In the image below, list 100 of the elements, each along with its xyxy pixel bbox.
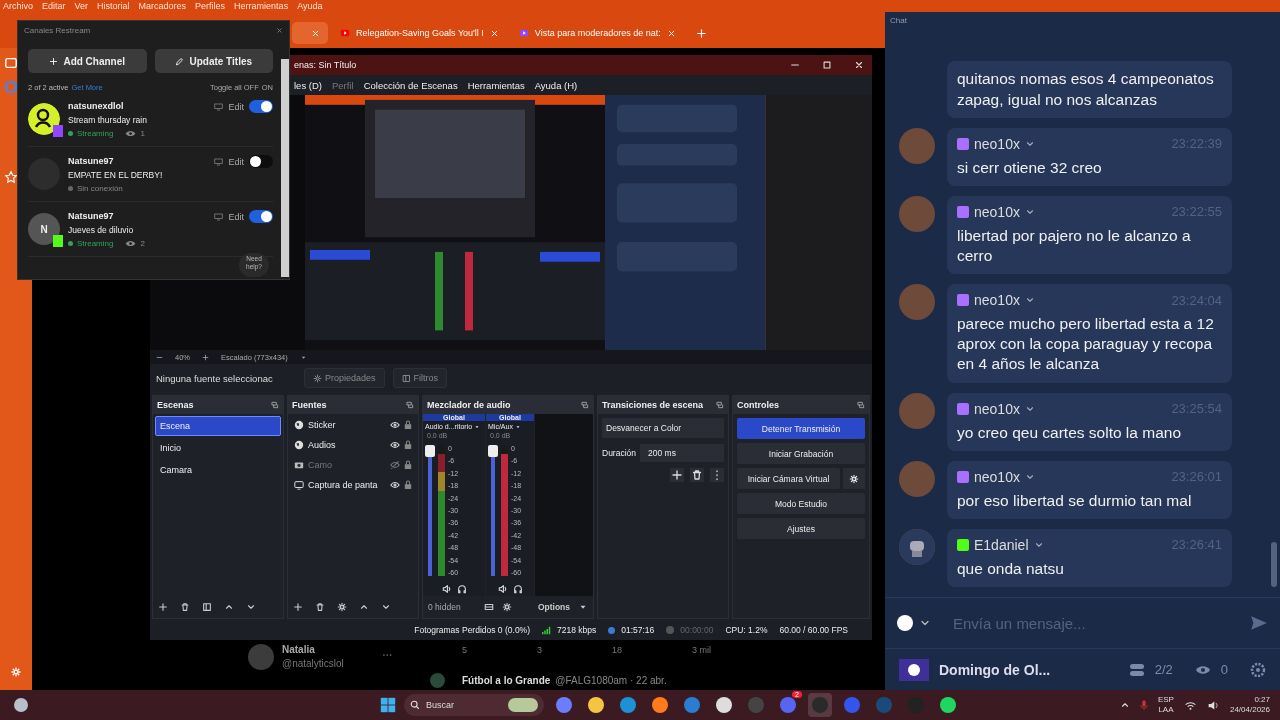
message-input[interactable]: Envía un mensaje...: [937, 613, 1244, 633]
trash-icon[interactable]: [315, 602, 325, 612]
tab-icon[interactable]: [4, 56, 18, 70]
tweet-stat[interactable]: 5: [462, 645, 467, 655]
username[interactable]: neo10x: [974, 468, 1020, 485]
slider-thumb[interactable]: [488, 445, 498, 457]
username[interactable]: neo10x: [974, 292, 1020, 309]
add-icon[interactable]: [670, 468, 684, 482]
lock-icon[interactable]: [404, 440, 412, 450]
zoom-in-icon[interactable]: [202, 353, 209, 361]
toggles-icon[interactable]: [1128, 661, 1145, 678]
edit-button[interactable]: Edit: [228, 211, 244, 222]
menu-item[interactable]: Ayuda (H): [534, 79, 578, 91]
menu-item[interactable]: Colección de Escenas: [363, 79, 458, 91]
menu-item[interactable]: Ayuda: [297, 1, 323, 11]
eye-off-icon[interactable]: [390, 460, 400, 470]
lock-icon[interactable]: [404, 420, 412, 430]
source-item[interactable]: Camo: [308, 460, 386, 470]
update-titles-button[interactable]: Update Titles: [154, 49, 273, 73]
duration-field[interactable]: 200 ms: [640, 444, 724, 462]
filters-button[interactable]: Filtros: [392, 368, 448, 388]
maximize-icon[interactable]: [822, 60, 832, 70]
monitor-icon[interactable]: [214, 157, 224, 166]
username[interactable]: neo10x: [974, 135, 1020, 152]
speaker-icon[interactable]: [441, 584, 452, 594]
browser-tab[interactable]: Vista para moderadores de nat:: [510, 22, 684, 44]
control-button[interactable]: Modo Estudio: [737, 493, 865, 514]
undock-icon[interactable]: [581, 401, 589, 409]
channel-toggle[interactable]: [249, 100, 273, 113]
properties-button[interactable]: Propiedades: [304, 368, 385, 388]
scene-item[interactable]: Escena: [155, 416, 281, 436]
scrollbar[interactable]: [281, 59, 289, 277]
down-icon[interactable]: [246, 602, 256, 612]
menu-item[interactable]: les (D): [294, 79, 322, 91]
more-icon[interactable]: [710, 468, 724, 482]
headphones-icon[interactable]: [456, 584, 467, 594]
author-handle[interactable]: @natalyticslol: [282, 658, 344, 669]
undock-icon[interactable]: [406, 401, 414, 409]
source-item[interactable]: Audios: [308, 440, 386, 450]
lock-icon[interactable]: [404, 460, 412, 470]
menu-item[interactable]: Herramientas: [234, 1, 289, 11]
up-icon[interactable]: [359, 602, 369, 612]
settings-icon[interactable]: [502, 602, 512, 612]
down-icon[interactable]: [381, 602, 391, 612]
undock-icon[interactable]: [857, 401, 865, 409]
channel-toggle[interactable]: [249, 155, 273, 168]
control-button[interactable]: Detener Transmisión: [737, 418, 865, 439]
scrollbar[interactable]: [1271, 542, 1277, 587]
eye-icon[interactable]: [390, 420, 400, 430]
add-icon[interactable]: [293, 602, 303, 612]
slider-thumb[interactable]: [425, 445, 435, 457]
eye-icon[interactable]: [390, 480, 400, 490]
username[interactable]: neo10x: [974, 400, 1020, 417]
control-button[interactable]: Ajustes: [737, 518, 865, 539]
edit-button[interactable]: Edit: [228, 101, 244, 112]
eye-icon[interactable]: [390, 440, 400, 450]
lock-icon[interactable]: [404, 480, 412, 490]
tweet-stat[interactable]: 3 mil: [692, 645, 712, 655]
volume-slider[interactable]: [425, 445, 435, 576]
filter-icon[interactable]: [202, 602, 212, 612]
settings-icon[interactable]: [1250, 661, 1266, 678]
speaker-icon[interactable]: [1206, 699, 1220, 711]
menu-item[interactable]: Ver: [74, 1, 89, 11]
chevron-up-icon[interactable]: [1119, 700, 1130, 710]
options-button[interactable]: Options: [537, 602, 570, 612]
volume-slider[interactable]: [488, 445, 498, 576]
scene-item[interactable]: Camara: [155, 460, 281, 480]
add-icon[interactable]: [158, 602, 168, 612]
monitor-icon[interactable]: [214, 212, 224, 221]
stream-title[interactable]: Domingo de Ol...: [939, 661, 1051, 678]
clock[interactable]: 0:27 24/04/2026: [1229, 694, 1270, 716]
trash-icon[interactable]: [180, 602, 190, 612]
menu-item[interactable]: Archivo: [3, 1, 33, 11]
channel-toggle[interactable]: [249, 210, 273, 223]
up-icon[interactable]: [224, 602, 234, 612]
browser-tab[interactable]: Relegation-Saving Goals You'll I: [332, 22, 507, 44]
caret-icon[interactable]: [474, 423, 481, 430]
language-indicator[interactable]: ESP LAA: [1157, 694, 1174, 716]
undock-icon[interactable]: [271, 401, 279, 409]
tweet-stat[interactable]: 3: [537, 645, 543, 655]
source-item[interactable]: Sticker: [308, 420, 386, 430]
send-icon[interactable]: [1250, 614, 1268, 632]
tweet-stat[interactable]: 18: [612, 645, 623, 655]
scene-item[interactable]: Inicio: [155, 438, 281, 458]
headphones-icon[interactable]: [512, 584, 523, 594]
star-icon[interactable]: [4, 170, 18, 184]
author-name[interactable]: Natalia: [282, 644, 344, 655]
settings-button[interactable]: [843, 468, 865, 489]
undock-icon[interactable]: [716, 401, 724, 409]
layout-icon[interactable]: [484, 602, 494, 612]
username[interactable]: neo10x: [974, 203, 1020, 220]
username[interactable]: E1daniel: [974, 536, 1029, 553]
menu-item[interactable]: Perfiles: [195, 1, 226, 11]
menu-item[interactable]: Herramientas: [467, 79, 525, 91]
caret-icon[interactable]: [514, 423, 521, 430]
author-name[interactable]: Fútbol a lo Grande: [462, 675, 551, 686]
settings-icon[interactable]: [337, 602, 347, 612]
speaker-icon[interactable]: [497, 584, 508, 594]
search-field[interactable]: Buscar: [404, 694, 544, 716]
menu-item[interactable]: Historial: [97, 1, 130, 11]
